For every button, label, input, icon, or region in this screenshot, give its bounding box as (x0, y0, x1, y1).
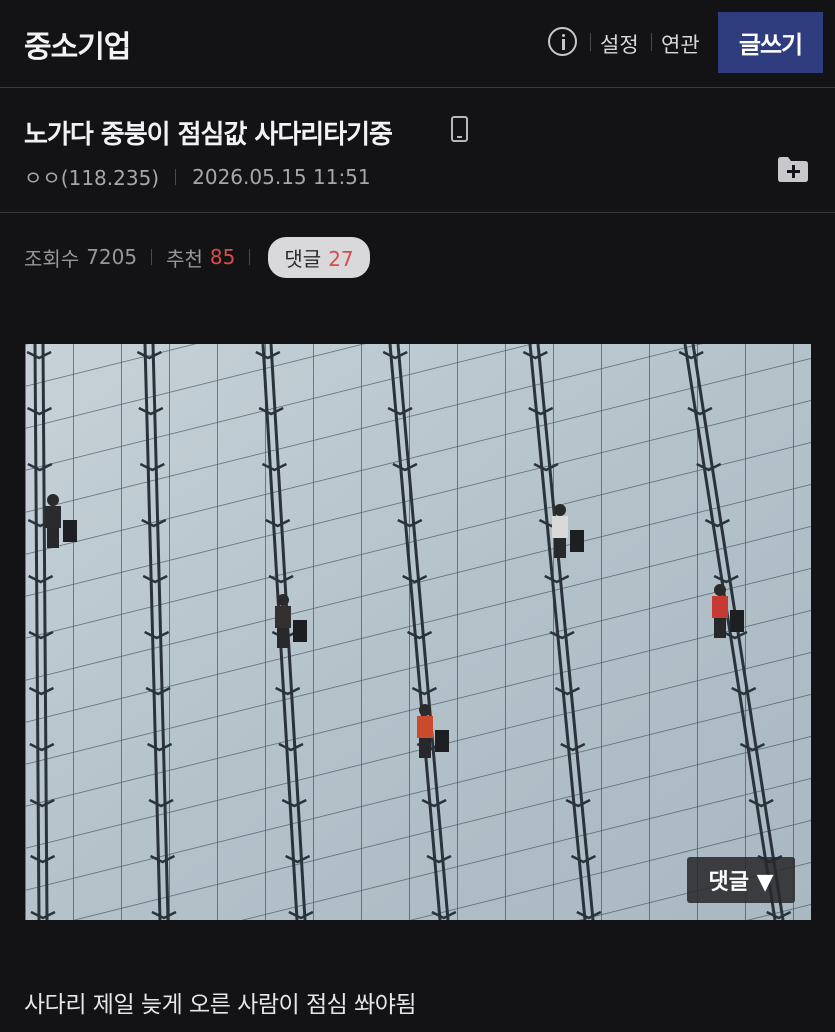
comments-label: 댓글 (284, 246, 322, 271)
post-stats: 조회수 7205 추천 85 댓글 27 (24, 236, 370, 278)
post-image: 댓글 ▼ (25, 344, 811, 920)
views-count: 7205 (86, 245, 138, 269)
divider (151, 249, 153, 265)
recommend-label: 추천 (166, 246, 203, 271)
post-meta: ㅇㅇ(118.235) 2026.05.15 11:51 (24, 162, 371, 191)
comment-toggle-button[interactable]: 댓글 ▼ (687, 857, 795, 903)
divider (651, 33, 652, 51)
mobile-icon (451, 116, 468, 142)
folder-add-icon[interactable] (776, 155, 810, 183)
divider (590, 33, 591, 51)
info-icon[interactable] (548, 27, 577, 56)
divider (249, 249, 251, 265)
related-link[interactable]: 연관 (661, 29, 700, 59)
comments-count: 27 (328, 246, 354, 271)
post-body-text: 사다리 제일 늦게 오른 사람이 점심 쏴야됨 (24, 992, 417, 1018)
divider (175, 168, 177, 185)
views-label: 조회수 (24, 246, 80, 271)
write-button[interactable]: 글쓰기 (718, 12, 823, 73)
post-title: 노가다 중붕이 점심값 사다리타기중 (24, 120, 393, 150)
post-header: 노가다 중붕이 점심값 사다리타기중 ㅇㅇ(118.235) 2026.05.1… (0, 89, 835, 213)
comment-count-pill[interactable]: 댓글 27 (268, 236, 370, 278)
post-datetime: 2026.05.15 11:51 (192, 164, 371, 189)
author-name[interactable]: ㅇㅇ(118.235) (24, 162, 159, 191)
building-facade-image (25, 344, 811, 920)
recommend-count: 85 (209, 245, 236, 269)
settings-link[interactable]: 설정 (600, 29, 639, 59)
board-title[interactable]: 중소기업 (24, 22, 131, 66)
top-bar: 중소기업 설정 연관 글쓰기 (0, 0, 835, 88)
